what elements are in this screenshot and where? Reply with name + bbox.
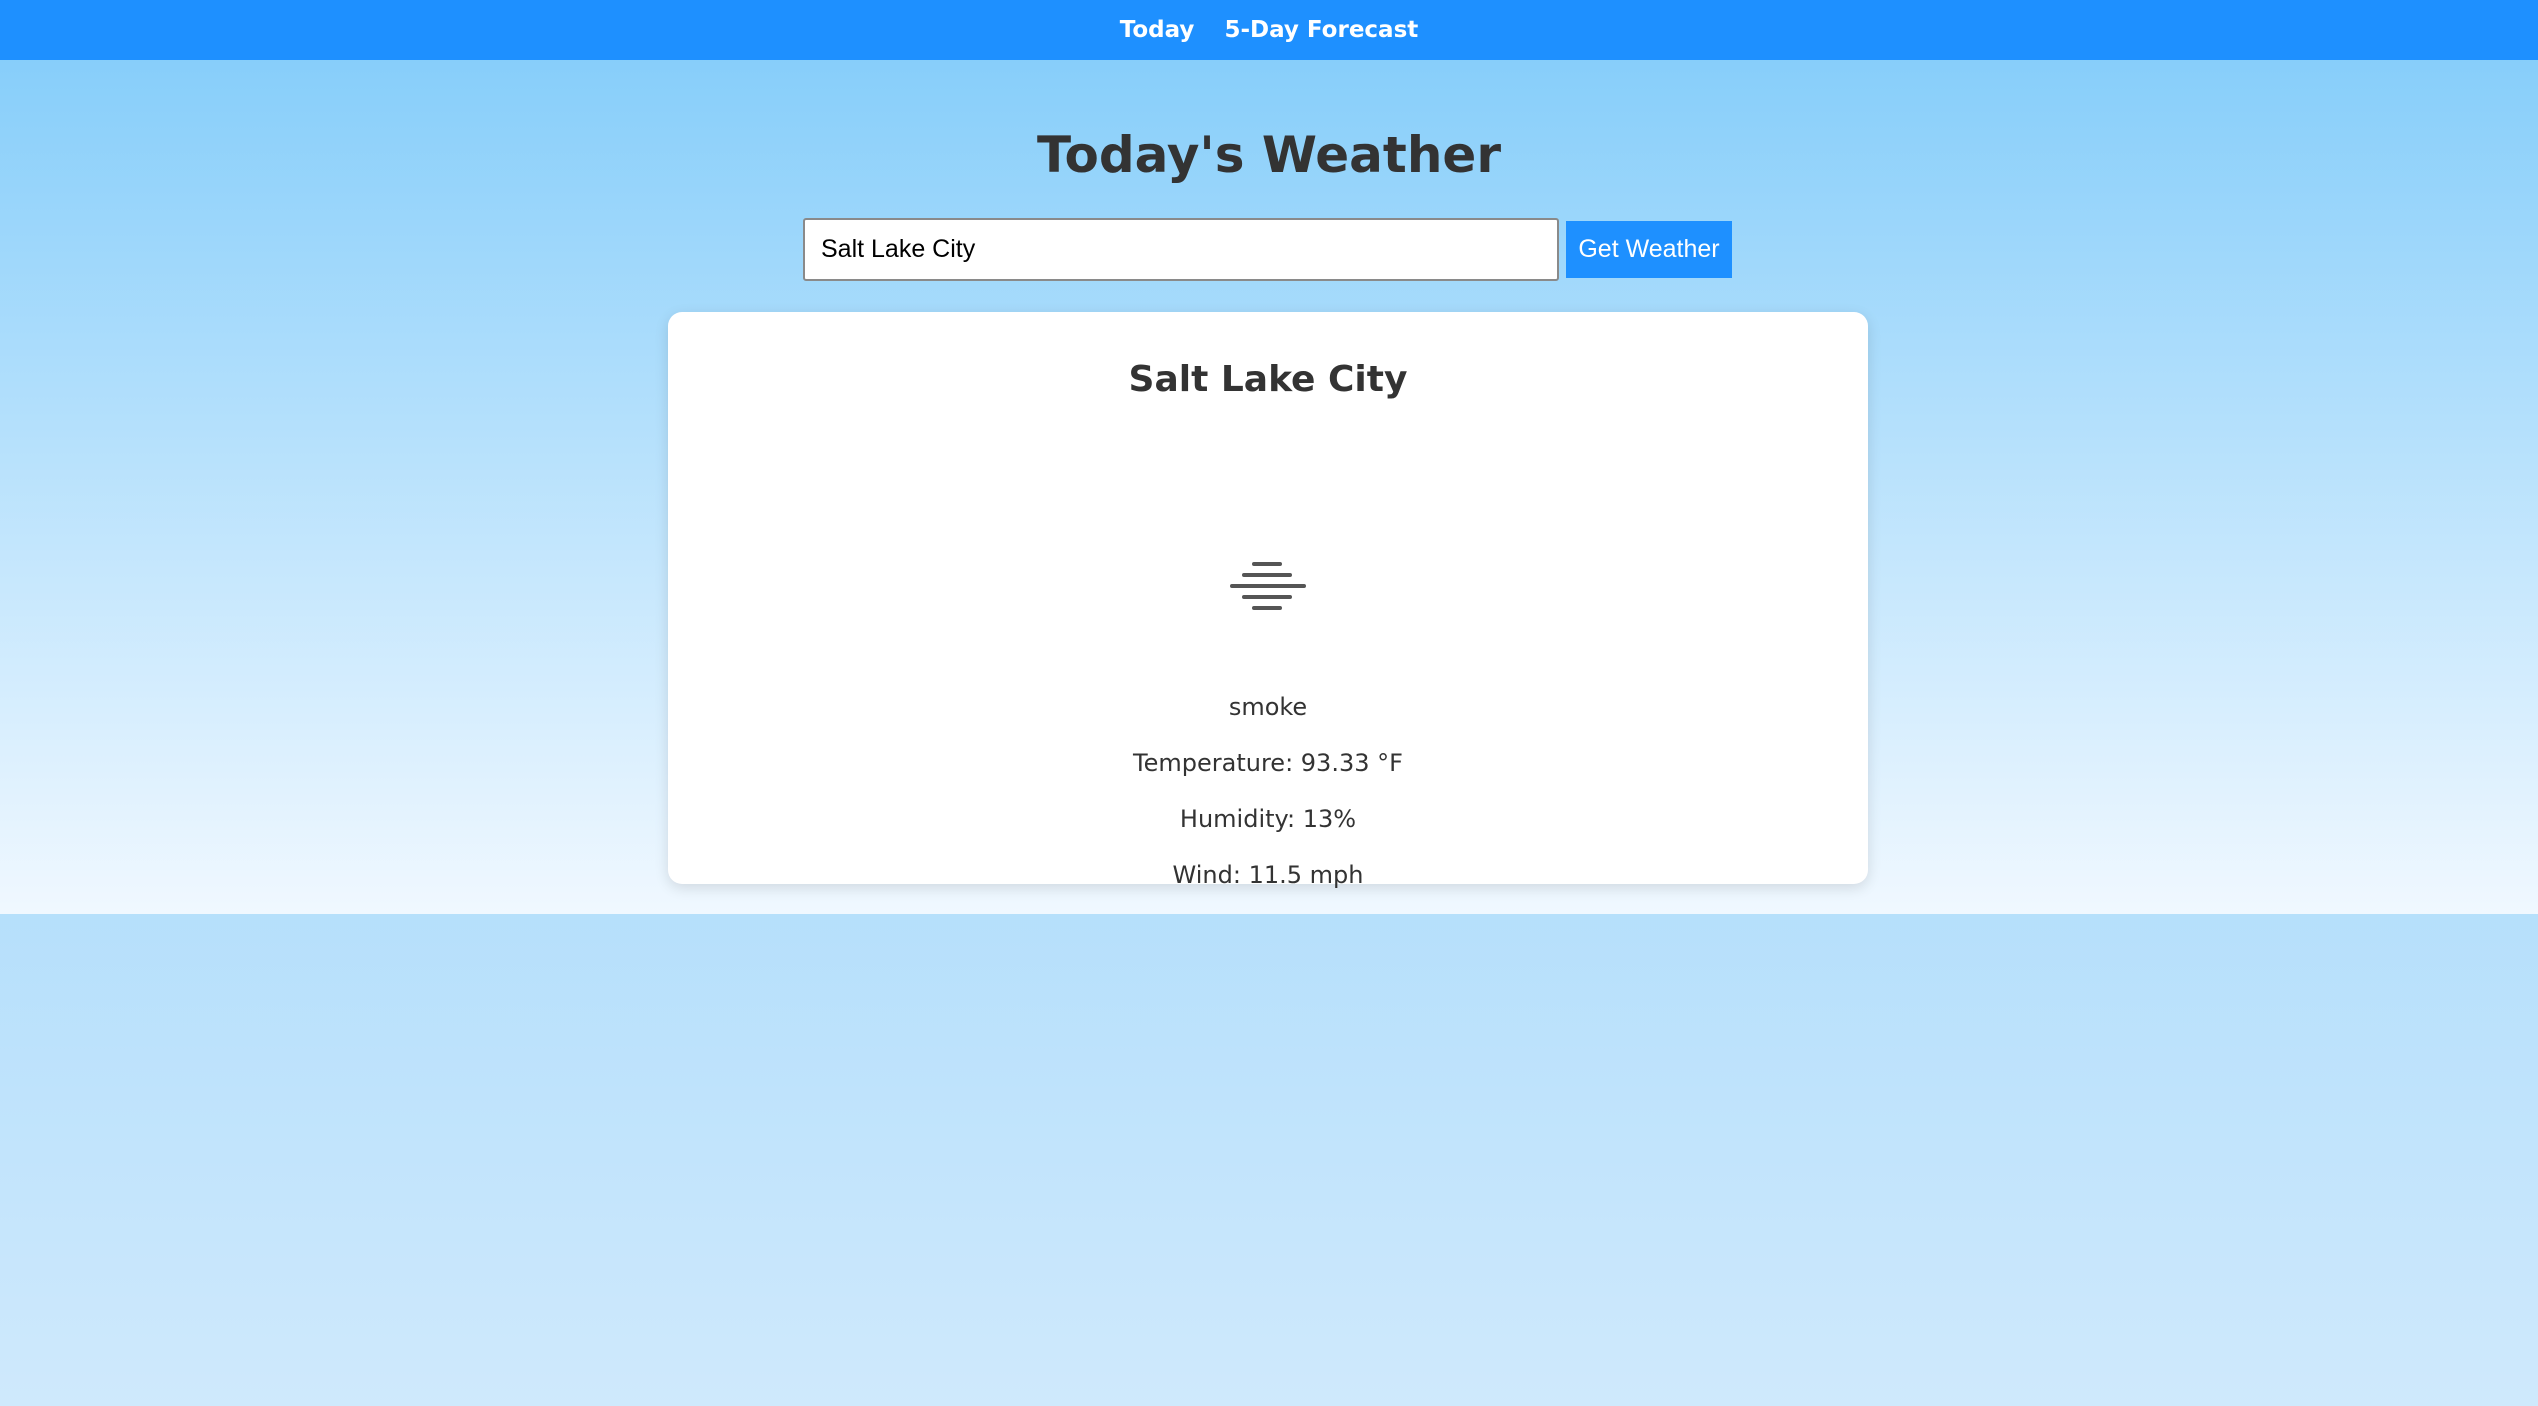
city-search-input[interactable] (803, 218, 1559, 281)
top-navbar: Today 5-Day Forecast (0, 0, 2538, 60)
nav-link-5-day-forecast[interactable]: 5-Day Forecast (1224, 17, 1418, 43)
page-title: Today's Weather (1037, 126, 1501, 184)
nav-link-today[interactable]: Today (1120, 17, 1195, 43)
temperature-value: Temperature: 93.33 °F (1133, 749, 1403, 777)
weather-card: Salt Lake City smoke Temperature: 93.33 … (668, 312, 1868, 889)
weather-description: smoke (1228, 693, 1308, 721)
get-weather-button[interactable]: Get Weather (1566, 221, 1732, 278)
humidity-value: Humidity: 13% (1179, 805, 1357, 833)
wind-value: Wind: 11.5 mph (1172, 861, 1364, 889)
city-name: Salt Lake City (1128, 359, 1408, 400)
smoke-icon (1230, 562, 1306, 610)
weather-container: Today's Weather Get Weather Salt Lake Ci… (0, 60, 2538, 914)
